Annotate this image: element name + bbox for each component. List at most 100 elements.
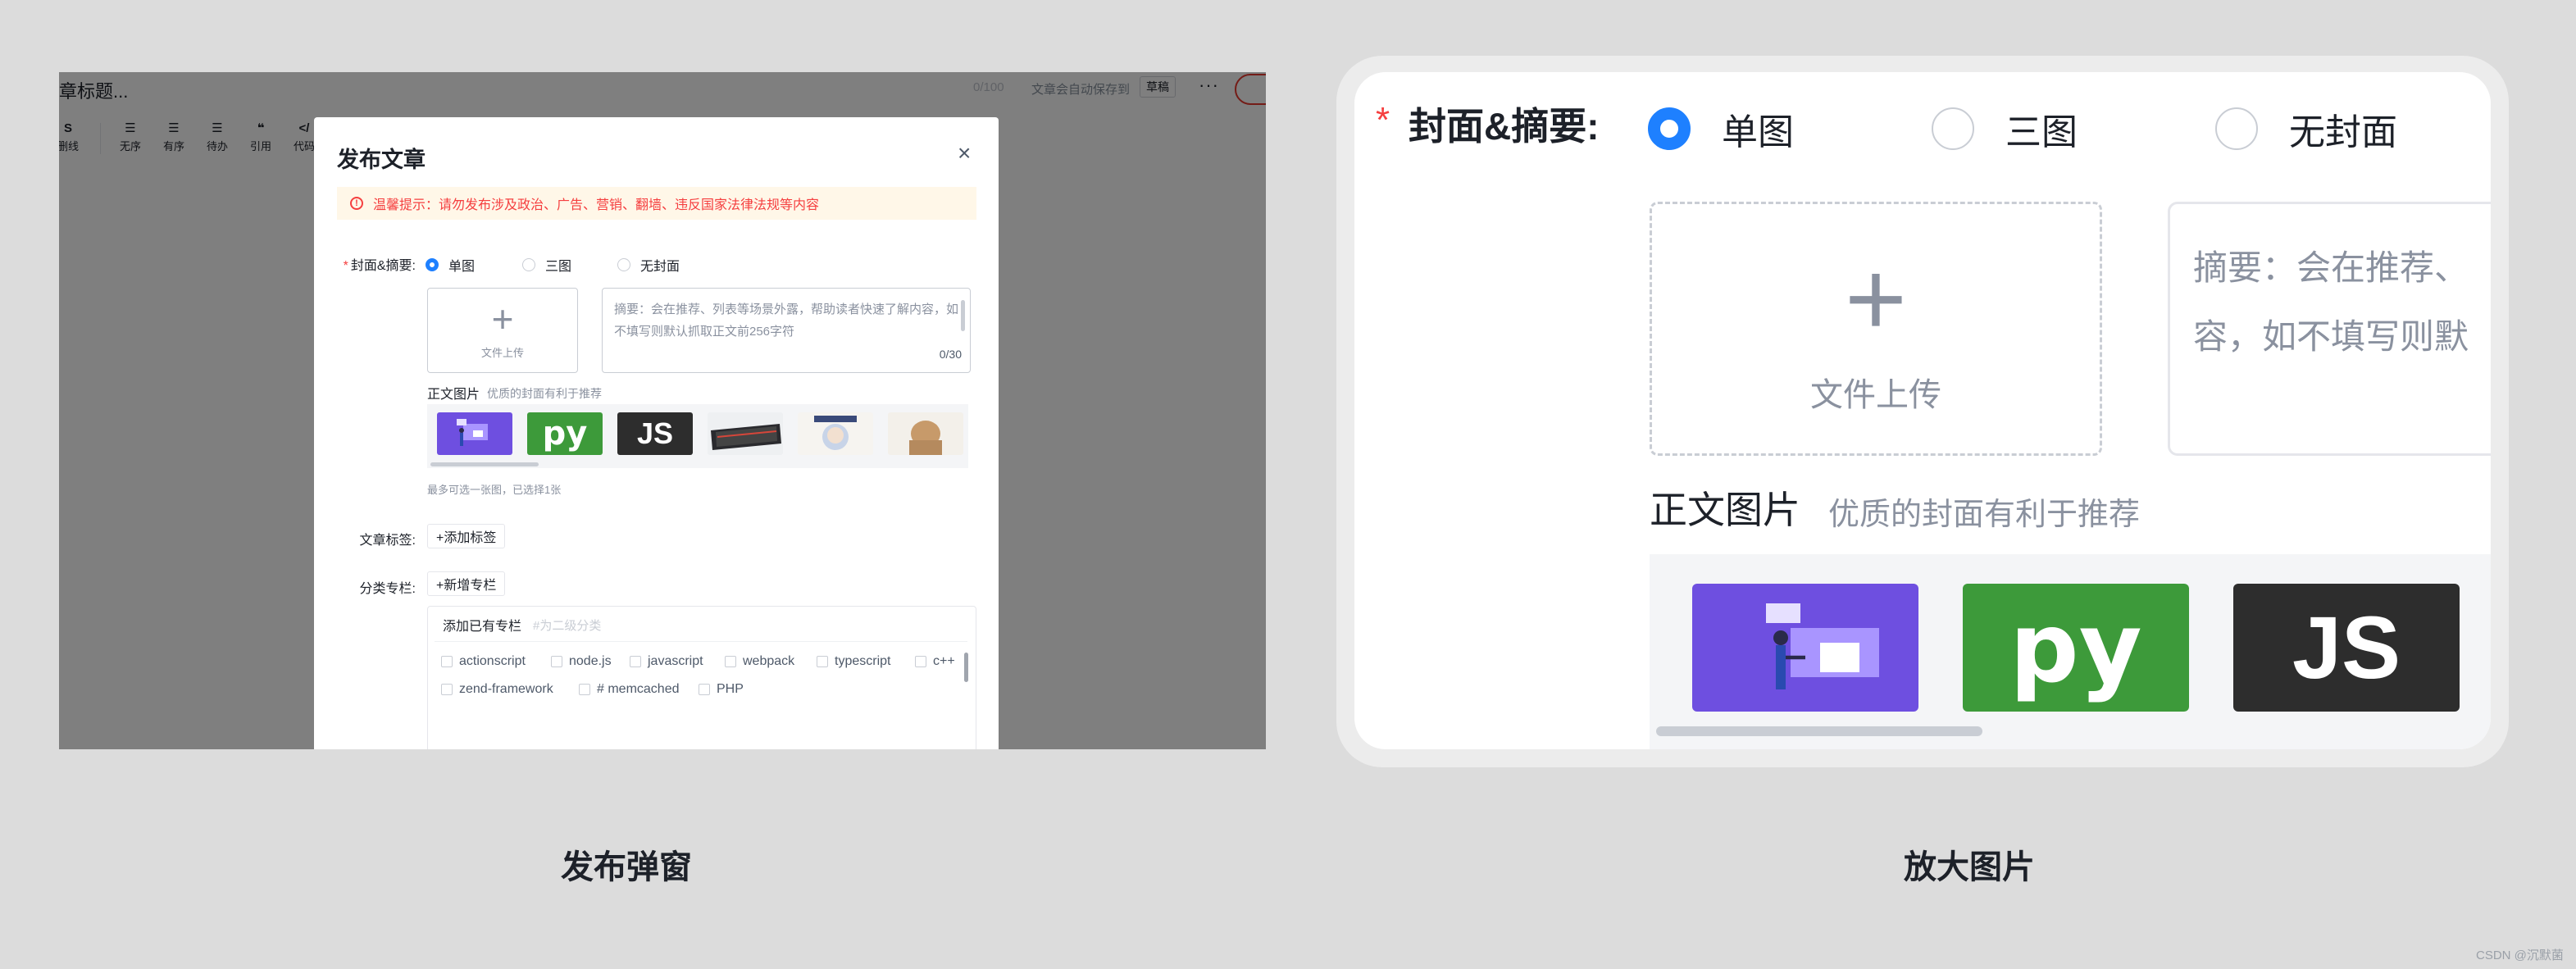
checkbox-icon [699,684,710,695]
zoom-radio-triple-label: 三图 [2005,112,2078,152]
required-star: * [343,259,348,273]
column-head-tip: #为二级分类 [533,619,602,633]
watermark: CSDN @沉默菌 [2476,949,2564,962]
zoom-thumb-python[interactable]: py [1963,584,2189,712]
zoom-cover-upload[interactable]: + 文件上传 [1650,202,2102,456]
checkbox-icon [630,656,641,667]
column-checkbox[interactable]: actionscript [441,654,526,669]
thumb-anime[interactable] [798,412,873,455]
zoom-strip-scrollbar[interactable] [1656,726,1982,736]
column-option-label: # memcached [597,682,680,696]
column-checkbox[interactable]: webpack [725,654,794,669]
image-strip-scrollbar[interactable] [430,462,539,466]
add-column-button[interactable]: +新增专栏 [427,571,506,596]
column-option-label: PHP [717,682,744,696]
illustration-icon [1766,603,1879,689]
add-tag-button[interactable]: +添加标签 [427,524,506,548]
thumb-python-text: py [542,415,588,453]
radio-checked-icon [1648,107,1691,150]
info-icon: ! [350,197,363,210]
anime-image-icon [814,416,857,450]
column-divider [435,641,967,642]
column-panel: 添加已有专栏 #为二级分类 actionscript node.js javas… [427,606,976,749]
checkbox-icon [441,656,453,667]
body-images-tip: 优质的封面有利于推荐 [487,387,602,400]
zoom-body-images-title: 正文图片 [1650,489,1800,531]
thumb-js-text: JS [636,416,674,450]
warning-notice: ! 温馨提示：请勿发布涉及政治、广告、营销、翻墙、违反国家法律法规等内容 [337,187,976,220]
column-option-label: javascript [648,654,703,668]
column-checkbox[interactable]: zend-framework [441,682,553,697]
radio-none-label: 无封面 [640,260,680,274]
tags-label: 文章标签: [359,534,416,548]
illustration-icon [457,419,488,446]
person-image-icon [909,421,942,455]
notice-text: 温馨提示：请勿发布涉及政治、广告、营销、翻墙、违反国家法律法规等内容 [373,198,820,212]
keyboard-icon [711,424,781,450]
thumb-keyboard[interactable] [708,412,783,455]
column-option-label: typescript [835,654,891,668]
radio-triple-label: 三图 [545,260,572,274]
cover-upload[interactable]: + 文件上传 [427,288,578,373]
thumb-python[interactable]: py [527,412,603,455]
column-scrollbar[interactable] [964,653,968,682]
thumb-person[interactable] [888,412,963,455]
zoom-radio-none-label: 无封面 [2289,112,2397,152]
radio-none[interactable]: 无封面 [617,255,680,275]
zoom-thumb-js[interactable]: JS [2233,584,2460,712]
summary-scrollbar[interactable] [961,300,965,331]
radio-single-label: 单图 [448,260,476,274]
caption-left: 发布弹窗 [561,849,692,885]
zoom-thumb-illustration[interactable] [1692,584,1918,712]
checkbox-icon [441,684,453,695]
required-star: * [1376,100,1390,140]
column-checkbox[interactable]: # memcached [579,682,680,697]
thumb-js[interactable]: JS [617,412,693,455]
zoom-thumb-js-text: JS [2292,598,2401,697]
column-head: 添加已有专栏 [443,620,522,634]
zoom-image-strip: py JS [1650,554,2491,749]
zoom-summary-textarea[interactable]: 摘要：会在推荐、 容，如不填写则默 [2168,202,2491,456]
zoom-radio-single-label: 单图 [1722,112,1794,152]
checkbox-icon [579,684,590,695]
publish-modal: 发布文章 × ! 温馨提示：请勿发布涉及政治、广告、营销、翻墙、违反国家法律法规… [314,117,999,749]
thumb-illustration[interactable] [437,412,512,455]
column-option-label: actionscript [459,654,526,668]
summary-textarea[interactable]: 摘要：会在推荐、列表等场景外露，帮助读者快速了解内容，如不填写则默认抓取正文前2… [602,288,971,373]
zoom-body-images-tip: 优质的封面有利于推荐 [1828,498,2141,532]
body-images-title: 正文图片 [427,388,480,402]
upload-label: 文件上传 [480,347,524,359]
radio-triple[interactable]: 三图 [522,255,571,275]
column-checkbox[interactable]: node.js [551,654,612,669]
summary-placeholder: 摘要：会在推荐、列表等场景外露，帮助读者快速了解内容，如不填写则默认抓取正文前2… [614,303,959,339]
zoom-radio-triple[interactable]: 三图 [1932,102,2078,155]
column-label: 分类专栏: [359,582,416,596]
radio-checked-icon [426,258,439,271]
radio-unchecked-icon [617,258,630,271]
zoom-panel: * 封面&摘要: 单图 三图 无封面 + 文件上传 摘要：会在推荐、 容，如不填… [1354,72,2491,749]
close-icon[interactable]: × [958,142,971,165]
checkbox-icon [725,656,736,667]
cover-label-text: 封面&摘要: [350,259,416,273]
publish-screenshot: 章标题... 0/100 文章会自动保存到 草稿 ··· S 删线 ☰ 无序 ☰… [59,72,1266,749]
zoom-radio-single[interactable]: 单图 [1648,102,1794,155]
zoom-summary-line: 容，如不填写则默 [2193,317,2469,356]
column-checkbox[interactable]: c++ [915,654,955,669]
cover-label: * 封面&摘要: [314,254,416,274]
zoom-summary-line: 摘要：会在推荐、 [2193,248,2469,287]
column-checkbox[interactable]: typescript [817,654,890,669]
column-checkbox[interactable]: javascript [630,654,703,669]
caption-right: 放大图片 [1904,849,2035,885]
plus-icon: + [491,298,514,340]
radio-unchecked-icon [2215,107,2258,150]
column-option-label: node.js [569,654,612,668]
radio-single[interactable]: 单图 [426,255,475,275]
zoom-upload-label: 文件上传 [1810,377,1941,413]
zoom-radio-none[interactable]: 无封面 [2215,102,2397,155]
plus-icon: + [1845,239,1907,358]
radio-unchecked-icon [522,258,535,271]
checkbox-icon [551,656,562,667]
column-checkbox[interactable]: PHP [699,682,744,697]
zoom-thumb-python-text: py [2009,591,2142,704]
pick-tip: 最多可选一张图，已选择1张 [427,484,562,496]
